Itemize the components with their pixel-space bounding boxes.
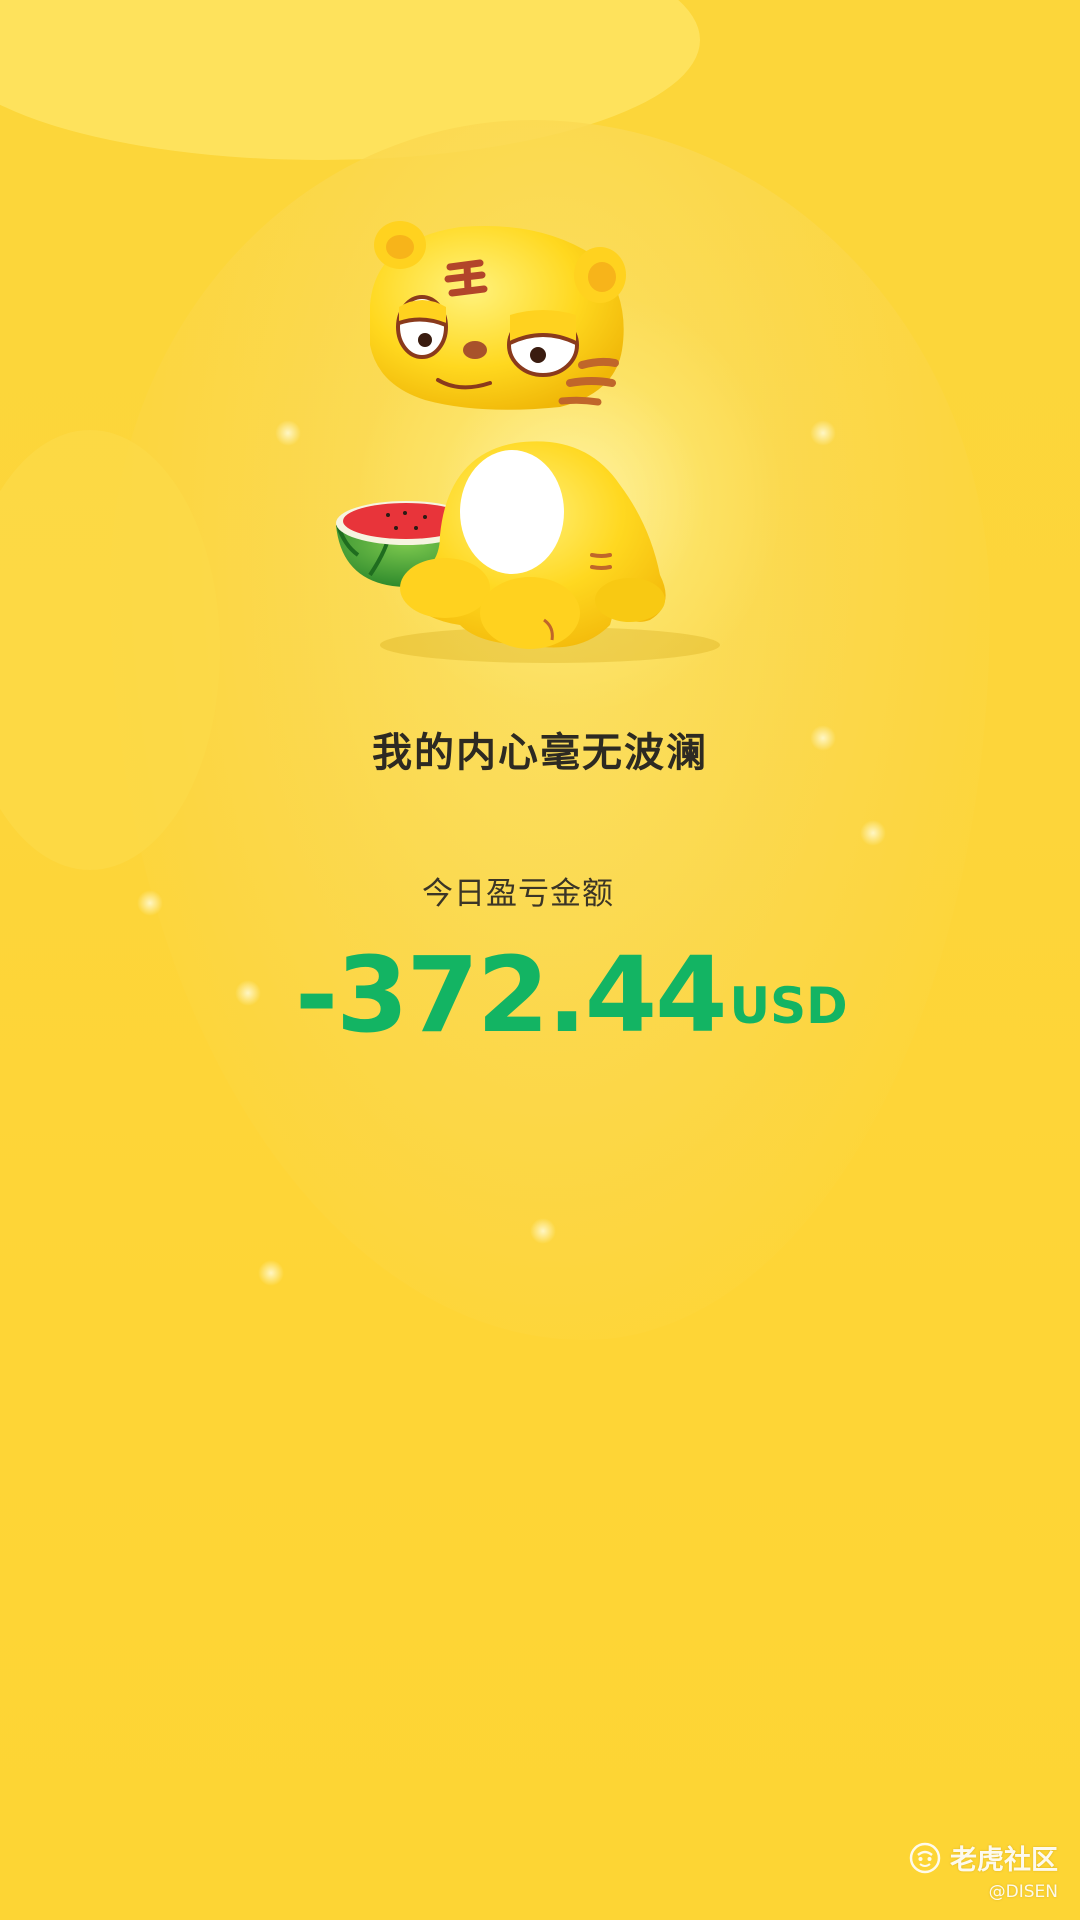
tiger-logo-icon: [909, 1842, 941, 1873]
sparkle-dot: [258, 1260, 284, 1286]
community-watermark: 老虎社区 @DISEN: [858, 1838, 1058, 1908]
pnl-currency: USD: [729, 977, 848, 1035]
watermark-brand: 老虎社区: [950, 1845, 1058, 1876]
sparkle-dot: [810, 420, 836, 446]
sparkle-dot: [235, 980, 261, 1006]
sparkle-dot: [860, 820, 886, 846]
pnl-amount: -372.44: [295, 934, 727, 1056]
pnl-value: -372.44USD: [295, 940, 848, 1050]
mood-headline: 我的内心毫无波澜: [372, 730, 708, 776]
watermark-logo-row: 老虎社区: [908, 1838, 1058, 1877]
pnl-share-card: 我的内心毫无波澜 今日盈亏金额 -372.44USD 老虎社区 @DISEN: [0, 0, 1080, 1920]
pnl-label: 今日盈亏金额: [422, 876, 614, 912]
sparkle-dot: [530, 1218, 556, 1244]
sparkle-dot: [137, 890, 163, 916]
sparkle-dot: [275, 420, 301, 446]
tiger-mascot-illustration: [336, 221, 720, 663]
watermark-username: @DISEN: [988, 1882, 1058, 1902]
